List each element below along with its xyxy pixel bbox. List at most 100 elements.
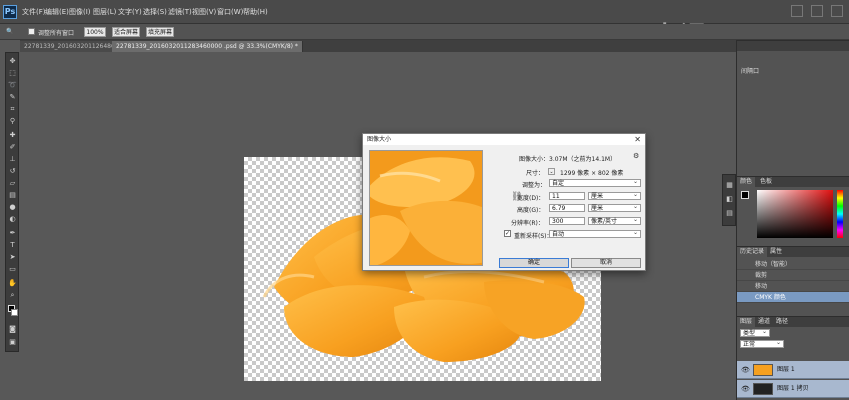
tab-layers[interactable]: 图层	[737, 317, 756, 327]
width-input[interactable]: 11	[549, 192, 585, 200]
quick-mask-icon[interactable]: ◙	[8, 325, 17, 334]
image-size-dialog: 图像大小 ✕ 图像大小： 3.07M（之前为14.1M） ⚙ 尺寸： ⌄ 129…	[362, 133, 646, 271]
tab-properties[interactable]: 属性	[767, 247, 785, 257]
height-unit-select[interactable]: 厘米	[588, 203, 641, 212]
panel-icon-b[interactable]: ◧	[725, 195, 734, 204]
close-icon[interactable]	[831, 5, 843, 17]
history-item[interactable]: 移动	[737, 281, 849, 292]
layer-row[interactable]: 👁 图层 1 拷贝	[737, 380, 849, 398]
right-panel-dock: 间隔口 颜色 色板 历史记录 属性 移动（智能） 裁剪 移动 CMYK 颜色 图…	[736, 40, 849, 400]
tab-swatches[interactable]: 色板	[757, 177, 775, 187]
fit-screen-button[interactable]: 适合屏幕	[112, 27, 140, 37]
menu-select[interactable]: 选择(S)	[143, 7, 167, 17]
layer-thumbnail	[753, 383, 773, 395]
brush-tool-icon[interactable]: ✐	[8, 143, 17, 152]
history-item-selected[interactable]: CMYK 颜色	[737, 292, 849, 303]
color-picker-field[interactable]	[757, 190, 833, 238]
top-panel-label: 间隔口	[741, 68, 760, 75]
path-select-tool-icon[interactable]: ➤	[8, 253, 17, 262]
background-color-swatch[interactable]	[11, 309, 18, 316]
resize-windows-label: 调整所有窗口	[38, 30, 75, 37]
history-item[interactable]: 裁剪	[737, 270, 849, 281]
dimensions-dropdown[interactable]: ⌄	[548, 168, 555, 175]
tab-history[interactable]: 历史记录	[737, 247, 768, 257]
layers-panel: 图层 通道 路径 类型 正常 👁 图层 1 👁 图层 1 拷贝	[737, 316, 849, 400]
color-panel-tabs: 颜色 色板	[737, 177, 849, 187]
close-icon[interactable]: ✕	[634, 135, 641, 144]
collapsed-panel-icons: ▦ ◧ ▤	[722, 174, 736, 226]
dodge-tool-icon[interactable]: ◐	[8, 215, 17, 224]
top-panel-tabs	[737, 41, 849, 51]
menu-edit[interactable]: 编辑(E)	[45, 7, 69, 17]
type-tool-icon[interactable]: T	[8, 241, 17, 250]
tab-channels[interactable]: 通道	[755, 317, 773, 327]
menu-image[interactable]: 图像(I)	[69, 7, 91, 17]
pen-tool-icon[interactable]: ✒	[8, 229, 17, 238]
layer-thumbnail	[753, 364, 773, 376]
eye-icon[interactable]: 👁	[741, 380, 750, 398]
marquee-tool-icon[interactable]: ⬚	[8, 69, 17, 78]
tab-color[interactable]: 颜色	[737, 177, 756, 187]
eyedropper-tool-icon[interactable]: ⚲	[8, 117, 17, 126]
height-input[interactable]: 6.79	[549, 204, 585, 212]
menu-window[interactable]: 窗口(W)	[217, 7, 243, 17]
image-size-label: 图像大小：	[519, 156, 550, 163]
shape-tool-icon[interactable]: ▭	[8, 265, 17, 274]
tools-panel: ✥ ⬚ ➰ ✎ ⌗ ⚲ ✚ ✐ ⊥ ↺ ▱ ▤ ● ◐ ✒ T ➤ ▭ ✋ ⌕ …	[5, 52, 19, 352]
panel-icon-a[interactable]: ▦	[725, 181, 734, 190]
crop-tool-icon[interactable]: ⌗	[8, 105, 17, 114]
resize-windows-checkbox[interactable]	[28, 28, 35, 35]
menu-filter[interactable]: 滤镜(T)	[168, 7, 192, 17]
resample-select[interactable]: 自动	[549, 229, 641, 238]
tab-document-2[interactable]: 22781339_2016032011283460000 .psd @ 33.3…	[112, 41, 303, 52]
resize-to-label: 调整为：	[522, 182, 547, 189]
move-tool-icon[interactable]: ✥	[8, 57, 17, 66]
width-unit-select[interactable]: 厘米	[588, 191, 641, 200]
eye-icon[interactable]: 👁	[741, 361, 750, 379]
menu-file[interactable]: 文件(F)	[22, 7, 46, 17]
stamp-tool-icon[interactable]: ⊥	[8, 155, 17, 164]
blend-mode-select[interactable]: 正常	[740, 339, 784, 348]
gradient-tool-icon[interactable]: ▤	[8, 191, 17, 200]
minimize-icon[interactable]	[790, 5, 803, 17]
height-label: 高度(G)：	[517, 207, 545, 214]
resolution-label: 分辨率(R)：	[511, 220, 544, 227]
resize-to-select[interactable]: 自定	[549, 178, 641, 187]
menu-layer[interactable]: 图层(L)	[93, 7, 116, 17]
top-panel: 间隔口	[737, 40, 849, 170]
zoom-tool-icon[interactable]: 🔍	[6, 28, 13, 35]
history-panel: 历史记录 属性 移动（智能） 裁剪 移动 CMYK 颜色	[737, 246, 849, 312]
resolution-unit-select[interactable]: 像素/英寸	[588, 216, 641, 225]
gear-icon[interactable]: ⚙	[633, 152, 639, 160]
cancel-button[interactable]: 取消	[571, 258, 641, 268]
color-fg-swatch[interactable]	[741, 191, 749, 199]
history-brush-tool-icon[interactable]: ↺	[8, 167, 17, 176]
menu-type[interactable]: 文字(Y)	[118, 7, 142, 17]
layer-row[interactable]: 👁 图层 1	[737, 361, 849, 379]
quick-select-tool-icon[interactable]: ✎	[8, 93, 17, 102]
fill-screen-button[interactable]: 填充屏幕	[146, 27, 174, 37]
eraser-tool-icon[interactable]: ▱	[8, 179, 17, 188]
options-bar: 🔍 调整所有窗口 100% 适合屏幕 填充屏幕	[0, 24, 849, 40]
blur-tool-icon[interactable]: ●	[8, 203, 17, 212]
layer-kind-filter[interactable]: 类型	[740, 328, 770, 337]
hue-slider[interactable]	[837, 190, 843, 238]
tab-paths[interactable]: 路径	[773, 317, 791, 327]
history-panel-tabs: 历史记录 属性	[737, 247, 849, 257]
image-preview[interactable]	[369, 150, 483, 266]
lasso-tool-icon[interactable]: ➰	[8, 81, 17, 90]
menu-help[interactable]: 帮助(H)	[243, 7, 268, 17]
window-controls	[785, 5, 843, 19]
resolution-input[interactable]: 300	[549, 217, 585, 225]
resample-checkbox[interactable]: ✓	[504, 230, 511, 237]
zoom-100-button[interactable]: 100%	[84, 27, 106, 37]
screen-mode-icon[interactable]: ▣	[8, 338, 17, 347]
ok-button[interactable]: 确定	[499, 258, 569, 268]
zoom-tool-icon[interactable]: ⌕	[8, 291, 17, 300]
history-item[interactable]: 移动（智能）	[737, 259, 849, 270]
maximize-icon[interactable]	[810, 5, 823, 17]
panel-icon-c[interactable]: ▤	[725, 209, 734, 218]
menu-view[interactable]: 视图(V)	[192, 7, 216, 17]
hand-tool-icon[interactable]: ✋	[8, 279, 17, 288]
healing-tool-icon[interactable]: ✚	[8, 131, 17, 140]
